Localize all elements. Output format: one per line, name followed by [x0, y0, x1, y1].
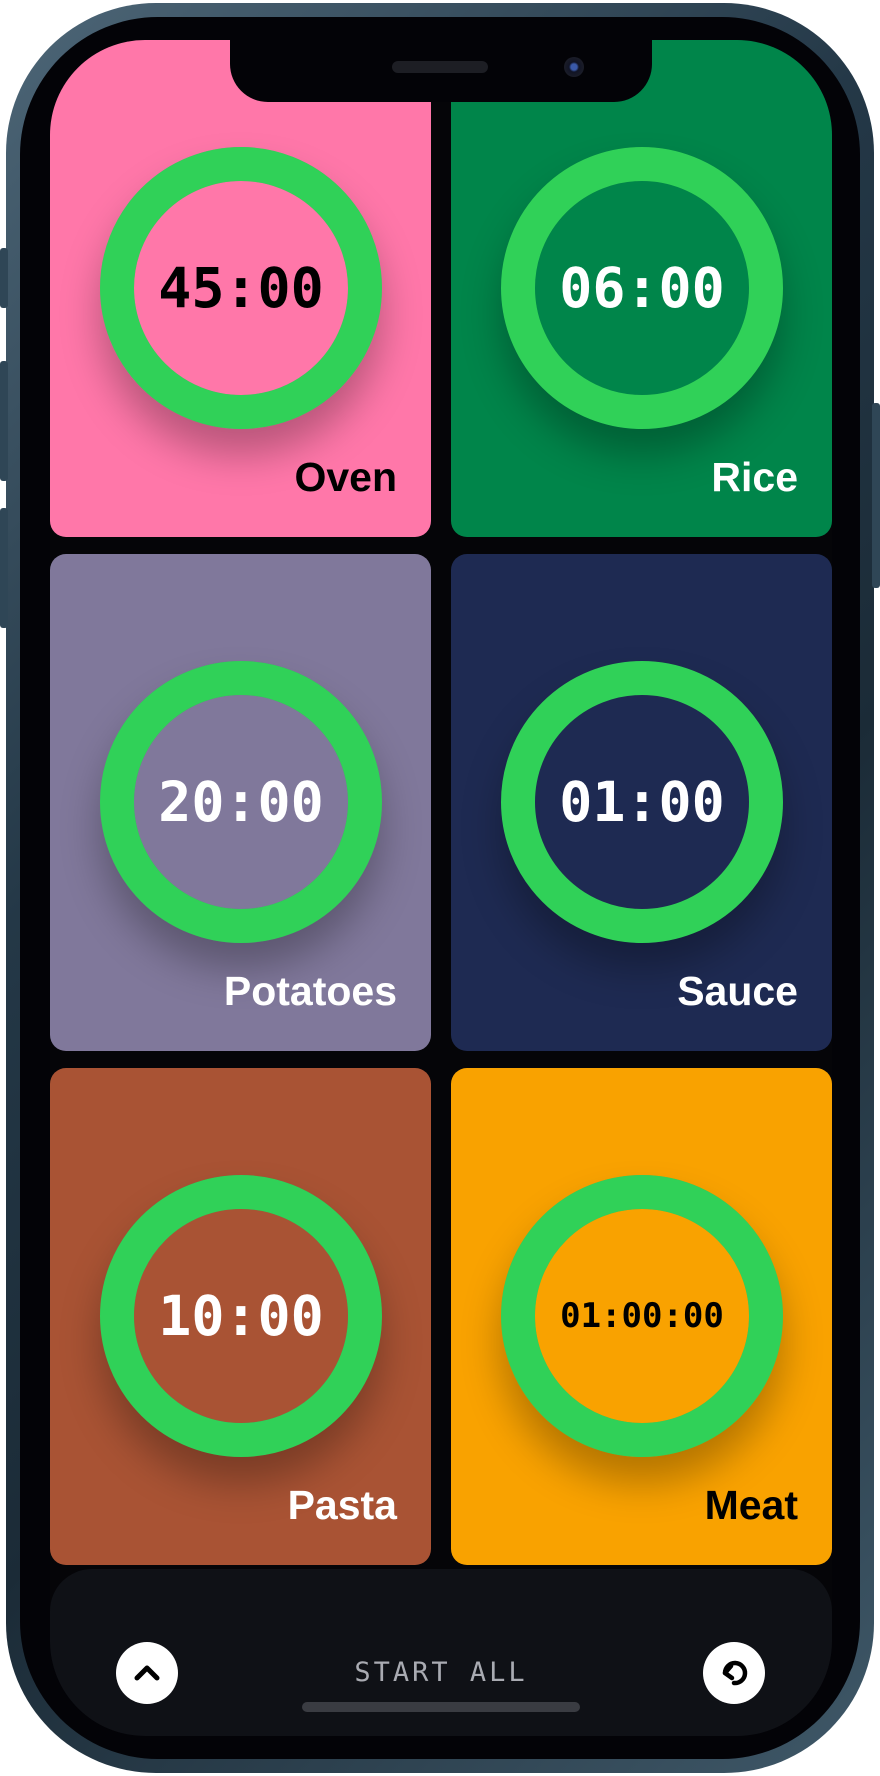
timer-ring: 06:00: [501, 147, 783, 429]
undo-arrow-icon: [722, 1660, 748, 1686]
volume-down-button: [0, 508, 8, 628]
volume-up-button: [0, 361, 8, 481]
timer-time: 10:00: [158, 1284, 324, 1348]
reset-button[interactable]: [703, 1642, 765, 1704]
timer-time: 01:00:00: [560, 1296, 724, 1336]
screen: 45:00 Oven 06:00 Rice 20:00 Potatoes 01:…: [50, 40, 832, 1736]
side-button: [0, 248, 8, 308]
notch: [230, 40, 652, 102]
home-indicator: [302, 1702, 580, 1712]
timer-label: Meat: [704, 1482, 798, 1528]
timer-tile-rice[interactable]: 06:00 Rice: [451, 40, 832, 537]
timer-ring: 45:00: [100, 147, 382, 429]
timer-label: Rice: [711, 454, 798, 500]
timer-ring: 01:00: [501, 661, 783, 943]
speaker-grille: [392, 61, 488, 73]
timer-ring: 10:00: [100, 1175, 382, 1457]
timer-tile-oven[interactable]: 45:00 Oven: [50, 40, 431, 537]
timer-time: 01:00: [559, 770, 725, 834]
timer-label: Oven: [294, 454, 397, 500]
timer-time: 20:00: [158, 770, 324, 834]
start-all-button[interactable]: START ALL: [291, 1647, 591, 1697]
timer-tile-sauce[interactable]: 01:00 Sauce: [451, 554, 832, 1051]
timer-ring: 01:00:00: [501, 1175, 783, 1457]
timer-ring: 20:00: [100, 661, 382, 943]
expand-button[interactable]: [116, 1642, 178, 1704]
timer-tile-potatoes[interactable]: 20:00 Potatoes: [50, 554, 431, 1051]
timer-time: 06:00: [559, 256, 725, 320]
timer-time: 45:00: [158, 256, 324, 320]
timer-label: Sauce: [677, 968, 798, 1014]
timer-label: Pasta: [287, 1482, 397, 1528]
chevron-up-icon: [134, 1665, 160, 1681]
timer-tile-pasta[interactable]: 10:00 Pasta: [50, 1068, 431, 1565]
power-button: [872, 403, 880, 588]
timer-tile-meat[interactable]: 01:00:00 Meat: [451, 1068, 832, 1565]
timer-label: Potatoes: [223, 968, 397, 1014]
front-camera: [564, 57, 584, 77]
